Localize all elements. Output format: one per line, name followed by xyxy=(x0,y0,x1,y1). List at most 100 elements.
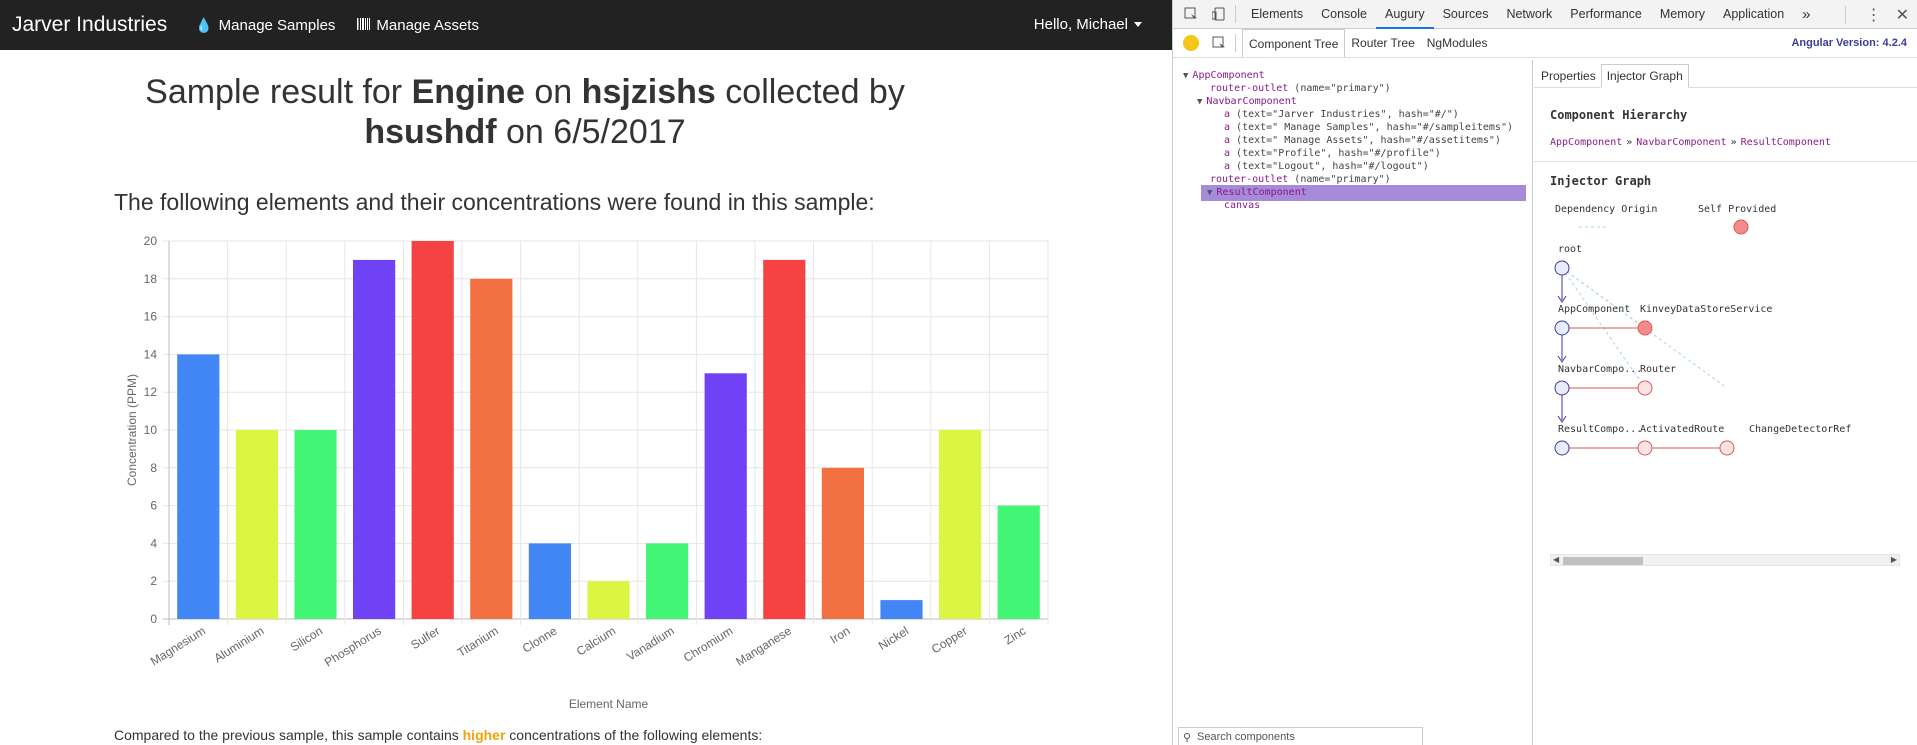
tab-router-tree[interactable]: Router Tree xyxy=(1345,29,1420,57)
devtools-tab-console[interactable]: Console xyxy=(1312,0,1376,29)
comparison-text: Compared to the previous sample, this sa… xyxy=(114,727,762,743)
divider xyxy=(1844,5,1846,24)
search-components-input[interactable]: ⚲ Search components xyxy=(1178,727,1423,745)
compare-prefix: Compared to the previous sample, this sa… xyxy=(114,727,459,743)
tree-node-attrs: (text="Profile", hash="#/profile") xyxy=(1230,148,1441,159)
caret-down-icon xyxy=(1134,22,1142,27)
node-label: Router xyxy=(1640,364,1676,375)
node-label: ChangeDetectorRef xyxy=(1749,424,1851,435)
devtools-tabbar: Elements Console Augury Sources Network Perfo… xyxy=(1173,0,1917,29)
devtools-tab-elements[interactable]: Elements xyxy=(1242,0,1312,29)
theme-toggle-icon[interactable] xyxy=(1181,33,1201,53)
injector-graph: Dependency Origin Self Provided root App… xyxy=(1554,204,1851,456)
expand-toggle-icon[interactable]: ▼ xyxy=(1183,71,1188,81)
close-icon[interactable]: ✕ xyxy=(1896,5,1909,25)
navbar-component-node[interactable] xyxy=(1554,380,1570,396)
title-on: on xyxy=(506,113,544,151)
horizontal-scrollbar[interactable]: ◀ ▶ xyxy=(1550,554,1900,566)
chart-bar xyxy=(528,543,571,619)
tree-node-tag: router-outlet xyxy=(1210,174,1289,185)
asset-name: hsjzishs xyxy=(581,73,716,111)
node-label: root xyxy=(1558,244,1582,255)
node-label: AppComponent xyxy=(1558,304,1630,315)
chart-bar xyxy=(646,543,689,619)
kebab-menu-icon[interactable]: ⋮ xyxy=(1866,5,1882,25)
nav-label: Manage Assets xyxy=(376,16,479,34)
tint-icon: 💧 xyxy=(195,16,213,33)
device-toolbar-icon[interactable] xyxy=(1209,4,1229,24)
inspect-icon[interactable] xyxy=(1181,4,1201,24)
user-greeting: Hello, Michael xyxy=(1033,16,1128,33)
devtools-controls: ⋮ ✕ xyxy=(1839,0,1909,29)
devtools-tab-performance[interactable]: Performance xyxy=(1561,0,1651,29)
nav-manage-assets[interactable]: Manage Assets xyxy=(357,17,479,34)
chart-bar xyxy=(821,467,864,619)
chart-bar xyxy=(997,505,1040,619)
dependency-line xyxy=(1561,267,1646,329)
barcode-icon xyxy=(357,17,371,33)
sample-date: 6/5/2017 xyxy=(553,113,686,151)
kinvey-service-node[interactable] xyxy=(1637,320,1653,336)
scroll-left-icon[interactable]: ◀ xyxy=(1553,555,1559,564)
angular-version: Angular Version: 4.2.4 xyxy=(1791,37,1907,49)
tree-node-tag: AppComponent xyxy=(1192,70,1265,81)
chart-bar xyxy=(939,430,982,619)
chart-bar xyxy=(294,430,337,619)
nav-manage-samples[interactable]: 💧 Manage Samples xyxy=(195,17,335,34)
root-node[interactable] xyxy=(1554,260,1570,276)
devtools-tab-application[interactable]: Application xyxy=(1714,0,1793,29)
x-tick-label: Iron xyxy=(828,624,853,647)
results-subheading: The following elements and their concent… xyxy=(114,189,875,215)
tab-ngmodules[interactable]: NgModules xyxy=(1421,29,1494,57)
navbar: Jarver Industries 💧 Manage Samples Manag… xyxy=(0,0,1172,50)
router-node[interactable] xyxy=(1637,380,1653,396)
y-tick-label: 20 xyxy=(144,234,158,248)
devtools-tab-network[interactable]: Network xyxy=(1497,0,1561,29)
x-tick-label: Titanium xyxy=(455,624,501,660)
node-label: ActivatedRoute xyxy=(1640,424,1724,435)
expand-toggle-icon[interactable]: ▼ xyxy=(1197,97,1202,107)
x-tick-label: Clonne xyxy=(520,624,560,656)
activated-route-node[interactable] xyxy=(1637,440,1653,456)
scroll-thumb[interactable] xyxy=(1563,557,1643,565)
brand-link[interactable]: Jarver Industries xyxy=(0,13,167,37)
more-tabs-button[interactable]: » xyxy=(1793,0,1819,29)
chart-bar xyxy=(704,373,747,619)
tree-node-attrs: (text=" Manage Assets", hash="#/assetite… xyxy=(1230,135,1501,146)
y-tick-label: 6 xyxy=(150,499,157,513)
y-tick-label: 14 xyxy=(144,347,158,361)
x-tick-label: Phosphorus xyxy=(322,624,384,670)
select-element-icon[interactable] xyxy=(1209,33,1229,53)
chart-bar xyxy=(235,430,278,619)
tree-node-attrs: (text=" Manage Samples", hash="#/samplei… xyxy=(1230,122,1513,133)
y-tick-label: 0 xyxy=(150,612,157,626)
tree-node[interactable]: canvas xyxy=(1224,198,1260,214)
tab-component-tree[interactable]: Component Tree xyxy=(1242,29,1346,57)
chart-bar xyxy=(880,600,923,619)
app-component-node[interactable] xyxy=(1554,320,1570,336)
concentration-bar-chart: 0 2 4 6 8 10 12 14 16 18 20 Magnesium Aluminium Silic… xyxy=(125,234,1049,708)
compare-highlight: higher xyxy=(462,727,506,743)
user-menu[interactable]: Hello, Michael xyxy=(1034,16,1142,33)
collector-name: hsushdf xyxy=(364,113,497,151)
tree-node-attrs: (text="Logout", hash="#/logout") xyxy=(1230,161,1429,172)
x-tick-label: Vanadium xyxy=(624,624,676,664)
tree-node-attrs: (name="primary") xyxy=(1288,174,1391,185)
x-tick-label: Zinc xyxy=(1002,624,1029,648)
legend-self-provided: Self Provided xyxy=(1698,204,1776,215)
change-detector-node[interactable] xyxy=(1719,440,1735,456)
y-tick-label: 4 xyxy=(150,536,157,550)
devtools-tab-memory[interactable]: Memory xyxy=(1651,0,1714,29)
tree-node-tag: NavbarComponent xyxy=(1206,96,1297,107)
devtools-tab-sources[interactable]: Sources xyxy=(1434,0,1498,29)
y-tick-label: 16 xyxy=(144,310,158,324)
result-component-node[interactable] xyxy=(1554,440,1570,456)
x-axis-title: Element Name xyxy=(569,697,649,708)
devtools-tabs: Elements Console Augury Sources Network Perfo… xyxy=(1242,0,1793,29)
title-collected-by: collected by xyxy=(725,73,905,111)
scroll-right-icon[interactable]: ▶ xyxy=(1891,555,1897,564)
node-label: KinveyDataStoreService xyxy=(1640,304,1772,315)
expand-toggle-icon[interactable]: ▼ xyxy=(1207,188,1212,198)
x-tick-label: Calcium xyxy=(574,624,618,659)
devtools-tab-augury[interactable]: Augury xyxy=(1375,0,1434,29)
